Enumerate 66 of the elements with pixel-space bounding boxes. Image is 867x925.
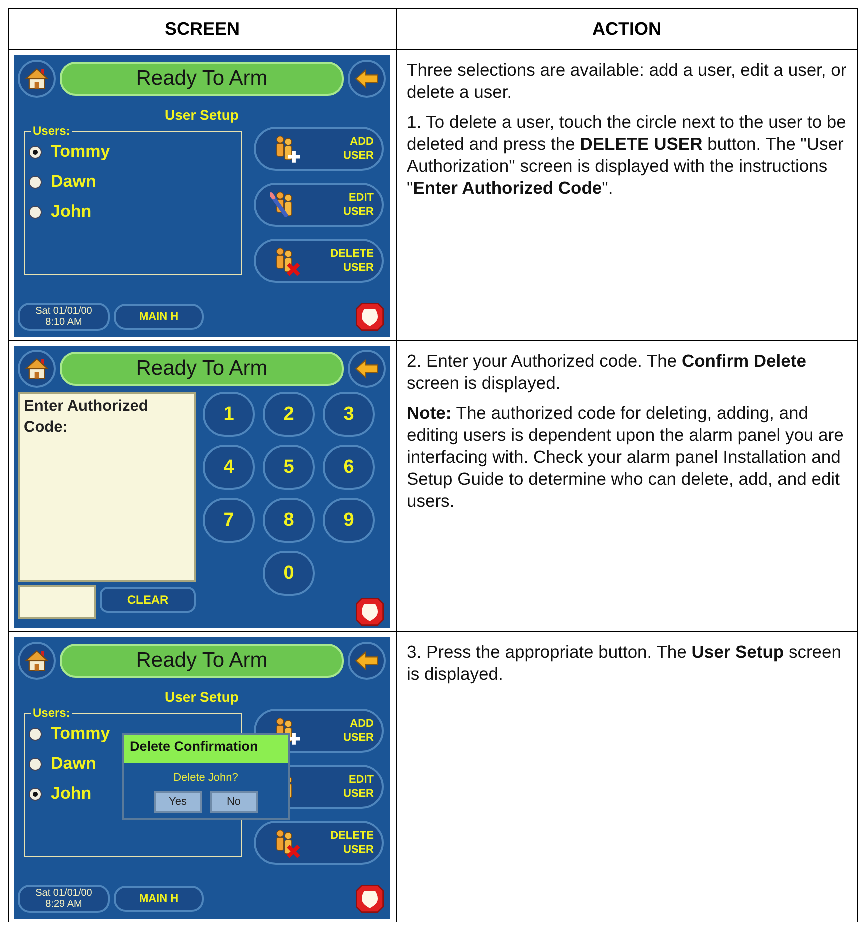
keypad-key[interactable]: 4 — [203, 445, 255, 490]
dialog-title: Delete Confirmation — [124, 735, 288, 763]
home-button[interactable] — [18, 60, 56, 98]
shield-icon — [354, 883, 386, 915]
user-name[interactable]: Tommy — [51, 142, 110, 162]
keypad-key[interactable]: 2 — [263, 392, 315, 437]
keypad-key[interactable]: 3 — [323, 392, 375, 437]
date-time-button[interactable]: Sat 01/01/00 8:29 AM — [18, 885, 110, 913]
shield-icon — [354, 596, 386, 628]
user-name[interactable]: Tommy — [51, 724, 110, 744]
keypad-key[interactable]: 0 — [263, 551, 315, 596]
user-name[interactable]: Dawn — [51, 172, 96, 192]
radio-button[interactable] — [29, 146, 42, 158]
status-banner: Ready To Arm — [60, 352, 344, 386]
dialog-message: Delete John? — [172, 772, 240, 784]
keypad-key[interactable]: 7 — [203, 498, 255, 543]
back-button[interactable] — [348, 642, 386, 680]
emergency-button[interactable] — [354, 301, 386, 333]
shield-icon — [354, 301, 386, 333]
back-button[interactable] — [348, 60, 386, 98]
user-action-button[interactable]: DELETE USER — [254, 821, 384, 865]
instruction-text: 3. Press the appropriate button. The User Setup screen is displayed. — [407, 641, 842, 685]
dialog-button[interactable]: No — [210, 791, 258, 813]
date-time-button[interactable]: Sat 01/01/00 8:10 AM — [18, 303, 110, 331]
instruction-text: 2. Enter your Authorized code. The Confirm Delete screen is displayed. — [407, 350, 808, 394]
prompt-text: Enter Authorized Code: — [24, 398, 148, 436]
user-action-button[interactable]: ADD USER — [254, 127, 384, 171]
keypad-key[interactable]: 9 — [323, 498, 375, 543]
user-name[interactable]: Dawn — [51, 754, 96, 774]
user-action-button[interactable]: EDIT USER — [254, 183, 384, 227]
house-icon — [24, 356, 50, 382]
radio-button[interactable] — [29, 788, 42, 800]
dialog-button[interactable]: Yes — [154, 791, 202, 813]
screen-title: User Setup — [164, 689, 240, 707]
instruction-text: 1. To delete a user, touch the circle next to the user to be deleted and press the DELETE USER button. The "User Authorization" screen is displayed with the instructions "Enter Authorized Code". — [407, 111, 848, 199]
keypad-key[interactable]: 5 — [263, 445, 315, 490]
keypad-key[interactable]: 8 — [263, 498, 315, 543]
status-banner: Ready To Arm — [60, 644, 344, 678]
home-button[interactable] — [18, 350, 56, 388]
group-label: Users: — [32, 125, 72, 137]
column-header: SCREEN — [8, 8, 396, 50]
radio-button[interactable] — [29, 206, 42, 218]
mode-button[interactable]: MAIN H — [114, 886, 204, 912]
mode-button[interactable]: MAIN H — [114, 304, 204, 330]
house-icon — [24, 648, 50, 674]
keypad-key[interactable]: 1 — [203, 392, 255, 437]
house-icon — [24, 66, 50, 92]
status-banner: Ready To Arm — [60, 62, 344, 96]
radio-button[interactable] — [29, 728, 42, 740]
user-name[interactable]: John — [51, 202, 92, 222]
home-button[interactable] — [18, 642, 56, 680]
code-field[interactable] — [18, 585, 96, 619]
instruction-text: Note: The authorized code for deleting, adding, and editing users is dependent upon the alarm panel you are interfacing with. Check your alarm panel Installation and Setup Guide to determine who can delete, add, and edit users. — [407, 402, 845, 512]
emergency-button[interactable] — [354, 883, 386, 915]
clear-button[interactable]: CLEAR — [100, 587, 196, 613]
user-name[interactable]: John — [51, 784, 92, 804]
radio-button[interactable] — [29, 176, 42, 188]
user-action-button[interactable]: DELETE USER — [254, 239, 384, 283]
radio-button[interactable] — [29, 758, 42, 770]
instruction-text: Three selections are available: add a user, edit a user, or delete a user. — [407, 59, 848, 103]
emergency-button[interactable] — [354, 596, 386, 628]
back-button[interactable] — [348, 350, 386, 388]
keypad-key[interactable]: 6 — [323, 445, 375, 490]
column-header: ACTION — [396, 8, 858, 50]
screen-title: User Setup — [164, 107, 240, 125]
group-label: Users: — [32, 707, 72, 719]
